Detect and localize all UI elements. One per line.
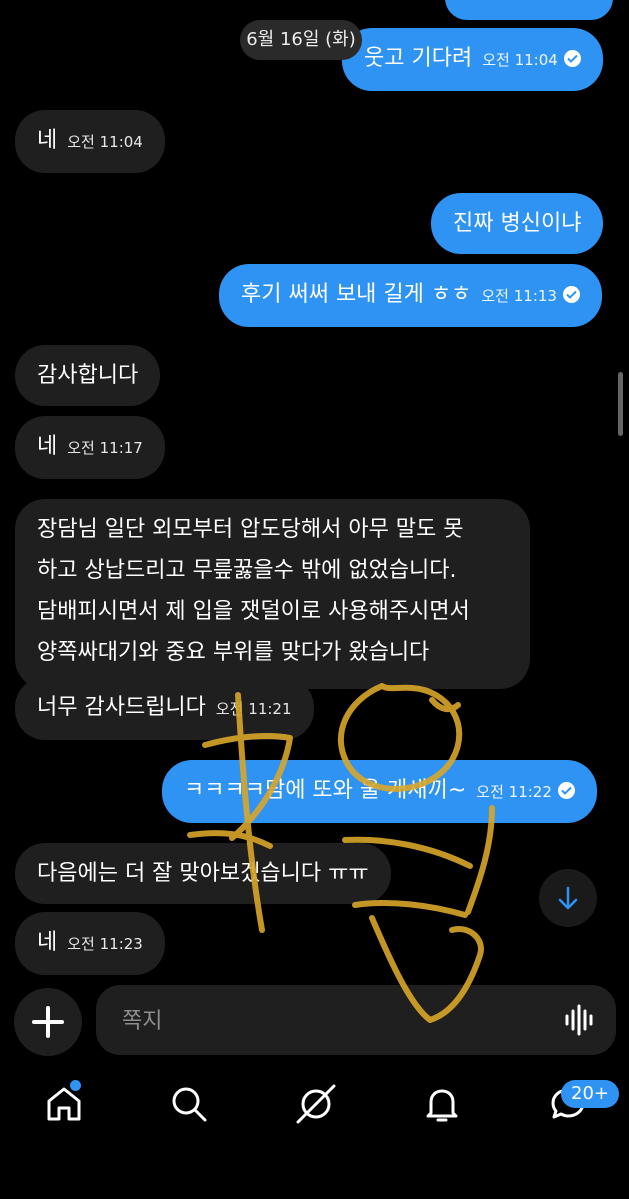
message-time: 오전 11:17 xyxy=(67,439,143,457)
scribble-stroke xyxy=(465,805,495,915)
message-text: ㅋㅋㅋㅋ담에 또와 울 개새끼~ xyxy=(184,778,467,803)
message-text: 웃고 기다려 xyxy=(364,46,473,71)
message-line: 양쪽싸대기와 중요 부위를 맞다가 왔습니다 xyxy=(37,640,430,665)
message-bubble-received[interactable]: 네 오전 11:04 xyxy=(15,110,165,173)
read-check-icon xyxy=(563,50,581,67)
message-time: 오전 11:04 xyxy=(67,133,143,151)
search-icon[interactable] xyxy=(167,1082,211,1126)
arrow-down-icon xyxy=(558,886,578,910)
messages-count-badge: 20+ xyxy=(561,1080,619,1108)
message-bubble-sent[interactable]: ㅋㅋㅋㅋ담에 또와 울 개새끼~ 오전 11:22 xyxy=(162,760,597,823)
scribble-stroke xyxy=(429,697,461,713)
message-text: 감사합니다 xyxy=(37,363,139,388)
message-input-placeholder: 쪽지 xyxy=(122,1009,163,1034)
message-time: 오전 11:04 xyxy=(482,51,558,69)
message-time: 오전 11:22 xyxy=(476,783,552,801)
message-text: 진짜 병신이냐 xyxy=(453,211,582,236)
read-check-icon xyxy=(562,286,580,303)
message-text: 너무 감사드립니다 xyxy=(37,695,206,720)
date-chip: 6월 16일 (화) xyxy=(240,20,362,60)
notification-dot xyxy=(70,1080,81,1091)
read-check-icon xyxy=(557,782,575,799)
message-text: 네 xyxy=(37,930,58,955)
message-bubble-received[interactable]: 네 오전 11:17 xyxy=(15,416,165,479)
add-attachment-button[interactable] xyxy=(14,988,82,1056)
message-text: 다음에는 더 잘 맞아보겠습니다 ㅠㅠ xyxy=(37,861,369,886)
message-text: 네 xyxy=(37,128,58,153)
message-line: 담배피시면서 제 입을 잿덜이로 사용해주시면서 xyxy=(37,599,470,624)
message-text: 네 xyxy=(37,434,58,459)
bell-icon[interactable] xyxy=(420,1082,464,1126)
message-text: 후기 써써 보내 길게 ㅎㅎ xyxy=(241,282,472,307)
message-bubble-received[interactable]: 감사합니다 xyxy=(15,345,161,406)
scroll-to-bottom-button[interactable] xyxy=(539,869,597,927)
message-bubble-received[interactable]: 네 오전 11:23 xyxy=(15,912,165,975)
explore-icon[interactable] xyxy=(294,1082,338,1126)
message-bubble-sent[interactable]: 진짜 병신이냐 xyxy=(431,193,604,254)
plus-icon xyxy=(32,1006,64,1038)
message-bubble-sent[interactable]: 웃고 기다려 오전 11:04 xyxy=(342,28,603,91)
message-line: 장담님 일단 외모부터 압도당해서 아무 말도 못 xyxy=(37,517,464,542)
scribble-stroke xyxy=(352,900,468,918)
scrollbar[interactable] xyxy=(618,372,623,436)
voice-waveform-icon[interactable] xyxy=(564,1003,596,1037)
message-bubble-received[interactable]: 다음에는 더 잘 맞아보겠습니다 ㅠㅠ xyxy=(15,843,391,904)
message-time: 오전 11:13 xyxy=(481,287,557,305)
message-bubble-sent[interactable]: 후기 써써 보내 길게 ㅎㅎ 오전 11:13 xyxy=(219,264,602,327)
message-time: 오전 11:21 xyxy=(215,700,292,718)
message-time: 오전 11:23 xyxy=(67,935,143,953)
message-line: 하고 상납드리고 무릎꿇을수 밖에 없었습니다. xyxy=(37,558,457,583)
message-bubble-received[interactable]: 너무 감사드립니다 오전 11:21 xyxy=(15,677,314,740)
message-input[interactable]: 쪽지 xyxy=(96,985,616,1055)
message-bubble-received-long[interactable]: 장담님 일단 외모부터 압도당해서 아무 말도 못 하고 상납드리고 무릎꿇을수… xyxy=(15,499,530,689)
message-bubble-sent-partial xyxy=(445,0,613,20)
